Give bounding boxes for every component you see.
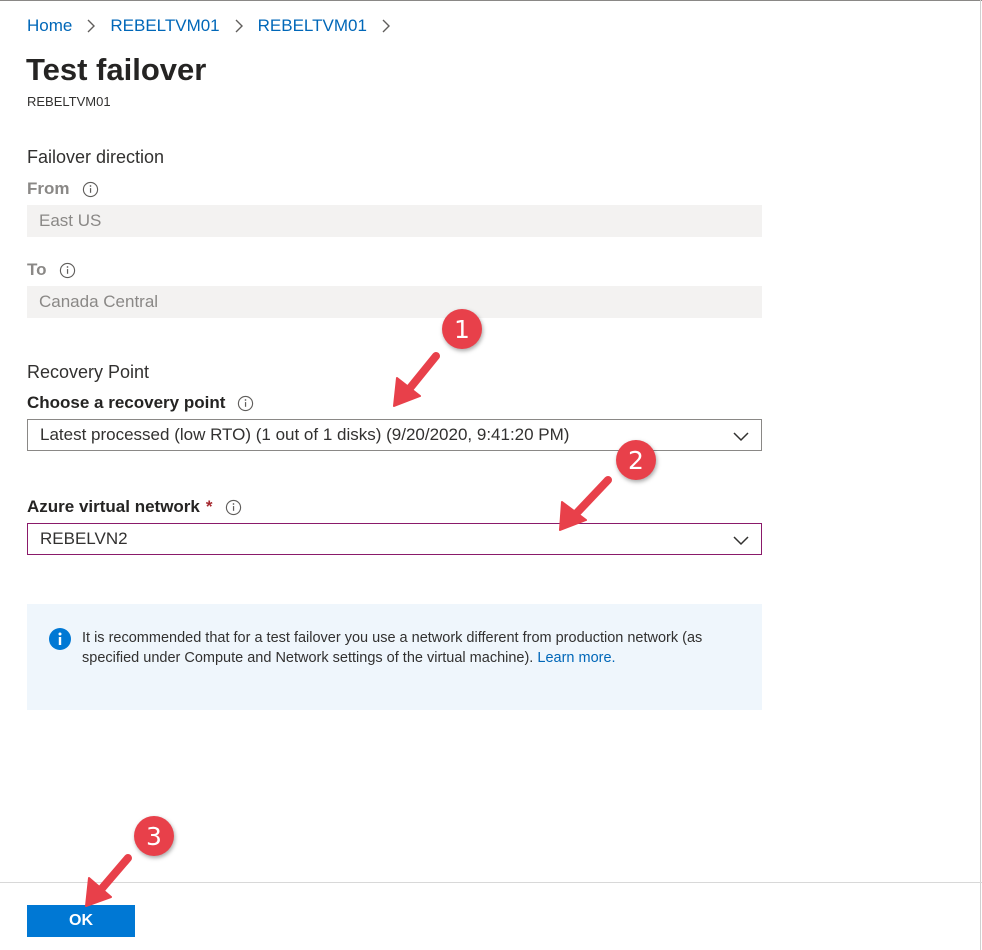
info-icon[interactable] bbox=[237, 395, 254, 412]
ok-button[interactable]: OK bbox=[27, 905, 135, 937]
from-label-text: From bbox=[27, 179, 70, 198]
to-field: Canada Central bbox=[27, 286, 762, 318]
info-icon[interactable] bbox=[225, 499, 242, 516]
recovery-point-dropdown[interactable]: Latest processed (low RTO) (1 out of 1 d… bbox=[27, 419, 762, 451]
breadcrumb-home[interactable]: Home bbox=[27, 16, 72, 36]
breadcrumb-vm[interactable]: REBELTVM01 bbox=[258, 16, 367, 36]
virtual-network-label: Azure virtual network * bbox=[27, 497, 242, 517]
recovery-point-label: Choose a recovery point bbox=[27, 393, 254, 413]
footer-divider bbox=[0, 882, 982, 883]
info-message-box: It is recommended that for a test failov… bbox=[27, 604, 762, 710]
virtual-network-value: REBELVN2 bbox=[40, 529, 128, 548]
chevron-right-icon bbox=[87, 19, 96, 33]
virtual-network-dropdown[interactable]: REBELVN2 bbox=[27, 523, 762, 555]
breadcrumb: Home REBELTVM01 REBELTVM01 bbox=[27, 16, 405, 36]
from-label: From bbox=[27, 179, 99, 199]
info-filled-icon bbox=[49, 628, 71, 650]
chevron-down-icon bbox=[733, 432, 749, 442]
annotation-badge-3: 3 bbox=[134, 816, 174, 856]
annotation-arrows bbox=[85, 352, 612, 907]
recovery-point-value: Latest processed (low RTO) (1 out of 1 d… bbox=[40, 425, 570, 444]
chevron-right-icon bbox=[235, 19, 243, 33]
to-label-text: To bbox=[27, 260, 47, 279]
info-icon[interactable] bbox=[59, 262, 76, 279]
learn-more-link[interactable]: Learn more. bbox=[537, 650, 615, 666]
info-icon[interactable] bbox=[82, 181, 99, 198]
virtual-network-label-text: Azure virtual network bbox=[27, 497, 200, 516]
required-marker: * bbox=[205, 497, 213, 516]
annotation-badge-1: 1 bbox=[442, 309, 482, 349]
recovery-point-label-text: Choose a recovery point bbox=[27, 393, 226, 412]
page-title: Test failover bbox=[26, 52, 207, 87]
from-field: East US bbox=[27, 205, 762, 237]
recovery-point-heading: Recovery Point bbox=[27, 362, 150, 382]
annotation-badge-2: 2 bbox=[616, 440, 656, 480]
chevron-right-icon bbox=[382, 19, 390, 33]
breadcrumb-vault[interactable]: REBELTVM01 bbox=[110, 16, 219, 36]
arrow-1 bbox=[393, 352, 440, 407]
chevron-down-icon bbox=[733, 536, 749, 546]
failover-direction-heading: Failover direction bbox=[27, 147, 165, 167]
top-border bbox=[0, 0, 982, 1]
to-label: To bbox=[27, 260, 76, 280]
right-border bbox=[980, 0, 981, 950]
page-subtitle: REBELTVM01 bbox=[27, 94, 111, 109]
